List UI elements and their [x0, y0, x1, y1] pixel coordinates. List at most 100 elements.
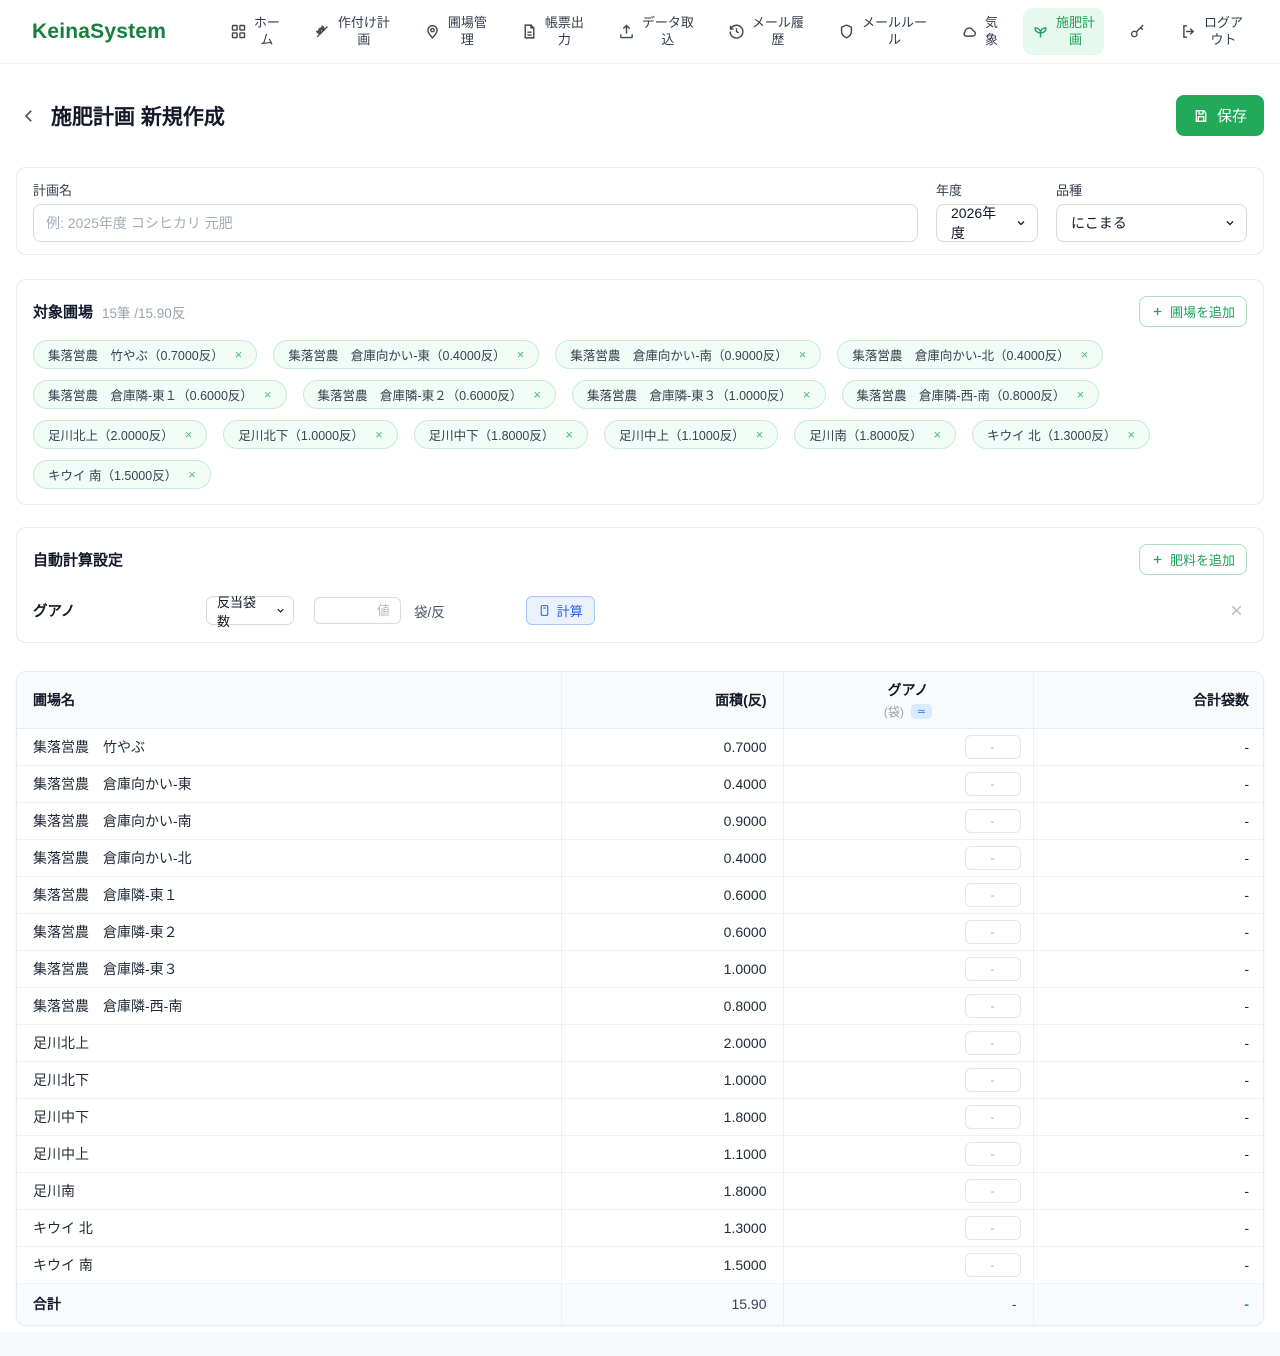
table-row: 足川中下 1.8000 -: [17, 1099, 1264, 1136]
field-name-cell: キウイ 北: [17, 1210, 561, 1247]
chip-remove-icon[interactable]: ×: [235, 348, 243, 361]
guano-header-label: グアノ: [800, 680, 1017, 700]
chip-remove-icon[interactable]: ×: [756, 428, 764, 441]
chip-remove-icon[interactable]: ×: [517, 348, 525, 361]
shield-icon: [838, 23, 855, 40]
field-name-cell: 集落営農 倉庫向かい-南: [17, 803, 561, 840]
guano-bags-input[interactable]: [965, 957, 1021, 981]
guano-bags-input[interactable]: [965, 1068, 1021, 1092]
guano-cell: [783, 1062, 1033, 1099]
total-bags-cell: -: [1033, 840, 1264, 877]
total-bags-cell: -: [1033, 766, 1264, 803]
save-icon: [1193, 108, 1209, 124]
total-row: 合計 15.90 - -: [17, 1284, 1264, 1325]
nav-label: メールルー ル: [862, 15, 927, 49]
calculate-button[interactable]: 計算: [526, 596, 595, 625]
field-name-cell: 集落営農 倉庫隣-東３: [17, 951, 561, 988]
chip-remove-icon[interactable]: ×: [799, 348, 807, 361]
area-cell: 0.6000: [561, 877, 783, 914]
guano-bags-input[interactable]: [965, 735, 1021, 759]
guano-bags-input[interactable]: [965, 920, 1021, 944]
page-title: 施肥計画 新規作成: [51, 101, 225, 131]
field-chip: 足川中下（1.8000反） ×: [414, 420, 588, 449]
nav-menu: ホー ム 作付け計 画 圃場管 理 帳票出 力 データ取 込: [221, 8, 1252, 56]
chip-remove-icon[interactable]: ×: [1127, 428, 1135, 441]
year-select[interactable]: 2026年度: [936, 204, 1038, 242]
area-cell: 1.8000: [561, 1173, 783, 1210]
remove-fertilizer-icon[interactable]: [1228, 602, 1245, 619]
chip-remove-icon[interactable]: ×: [185, 428, 193, 441]
guano-cell: [783, 1136, 1033, 1173]
guano-bags-input[interactable]: [965, 1142, 1021, 1166]
map-pin-icon: [424, 23, 441, 40]
footer-strip: [0, 1332, 1280, 1356]
save-button[interactable]: 保存: [1176, 95, 1264, 136]
field-chip-label: 集落営農 倉庫隣-東３（1.0000反）: [587, 385, 792, 404]
field-chip-label: 集落営農 倉庫向かい-北（0.4000反）: [852, 345, 1069, 364]
add-field-button[interactable]: 圃場を追加: [1139, 296, 1247, 327]
field-chip: 足川北上（2.0000反） ×: [33, 420, 207, 449]
approx-toggle-badge[interactable]: ≃: [911, 704, 932, 719]
guano-cell: [783, 1099, 1033, 1136]
guano-cell: [783, 840, 1033, 877]
nav-item-cropping-plan[interactable]: 作付け計 画: [305, 8, 399, 56]
guano-bags-input[interactable]: [965, 1179, 1021, 1203]
guano-bags-input[interactable]: [965, 1253, 1021, 1277]
guano-bags-input[interactable]: [965, 772, 1021, 796]
nav-item-mail-history[interactable]: メール履 歴: [719, 8, 813, 56]
guano-bags-input[interactable]: [965, 883, 1021, 907]
chip-remove-icon[interactable]: ×: [375, 428, 383, 441]
chip-remove-icon[interactable]: ×: [1081, 348, 1089, 361]
nav-item-weather[interactable]: 気 象: [952, 8, 1007, 56]
plan-name-input[interactable]: [33, 204, 918, 242]
chip-remove-icon[interactable]: ×: [1077, 388, 1085, 401]
guano-bags-input[interactable]: [965, 809, 1021, 833]
plan-name-label: 計画名: [33, 180, 918, 199]
add-fertilizer-button[interactable]: 肥料を追加: [1139, 544, 1247, 575]
chip-remove-icon[interactable]: ×: [264, 388, 272, 401]
back-button[interactable]: [20, 107, 38, 125]
chip-remove-icon[interactable]: ×: [533, 388, 541, 401]
guano-bags-input[interactable]: [965, 1216, 1021, 1240]
guano-cell: [783, 766, 1033, 803]
wheat-icon: [314, 23, 331, 40]
chevron-down-icon: [275, 605, 286, 616]
nav-item-home[interactable]: ホー ム: [221, 8, 289, 56]
nav-label: 帳票出 力: [545, 15, 584, 49]
guano-bags-input[interactable]: [965, 994, 1021, 1018]
total-area-value: 15.90: [561, 1284, 783, 1325]
guano-cell: [783, 729, 1033, 766]
guano-bags-input[interactable]: [965, 846, 1021, 870]
calc-mode-select[interactable]: 反当袋数: [206, 596, 294, 625]
chip-remove-icon[interactable]: ×: [565, 428, 573, 441]
nav-label: データ取 込: [642, 15, 694, 49]
area-cell: 1.1000: [561, 1136, 783, 1173]
chip-remove-icon[interactable]: ×: [934, 428, 942, 441]
chip-remove-icon[interactable]: ×: [188, 468, 196, 481]
document-icon: [521, 23, 538, 40]
nav-item-fertilization-plan[interactable]: 施肥計 画: [1023, 8, 1104, 56]
table-row: 集落営農 倉庫向かい-南 0.9000 -: [17, 803, 1264, 840]
calc-value-input[interactable]: [314, 597, 401, 624]
field-chip: 集落営農 倉庫向かい-東（0.4000反） ×: [273, 340, 539, 369]
guano-cell: [783, 877, 1033, 914]
calculate-button-label: 計算: [557, 601, 583, 620]
nav-item-report-output[interactable]: 帳票出 力: [512, 8, 593, 56]
nav-item-data-import[interactable]: データ取 込: [609, 8, 703, 56]
field-chip: キウイ 北（1.3000反） ×: [972, 420, 1150, 449]
table-row: 集落営農 倉庫隣-西-南 0.8000 -: [17, 988, 1264, 1025]
area-cell: 1.3000: [561, 1210, 783, 1247]
field-chip-label: キウイ 北（1.3000反）: [987, 425, 1116, 444]
nav-item-key[interactable]: [1120, 16, 1155, 47]
fields-table-card: 圃場名 面積(反) グアノ (袋) ≃ 合計袋数 集落営農 竹やぶ 0.7000: [16, 671, 1264, 1326]
total-bags-cell: -: [1033, 877, 1264, 914]
guano-bags-input[interactable]: [965, 1031, 1021, 1055]
variety-select[interactable]: にこまる: [1056, 204, 1247, 242]
nav-item-field-management[interactable]: 圃場管 理: [415, 8, 496, 56]
guano-bags-input[interactable]: [965, 1105, 1021, 1129]
nav-item-mail-rules[interactable]: メールルー ル: [829, 8, 936, 56]
fields-table: 圃場名 面積(反) グアノ (袋) ≃ 合計袋数 集落営農 竹やぶ 0.7000: [17, 672, 1264, 1325]
chip-remove-icon[interactable]: ×: [803, 388, 811, 401]
area-cell: 0.9000: [561, 803, 783, 840]
nav-item-logout[interactable]: ログア ウト: [1171, 8, 1252, 56]
